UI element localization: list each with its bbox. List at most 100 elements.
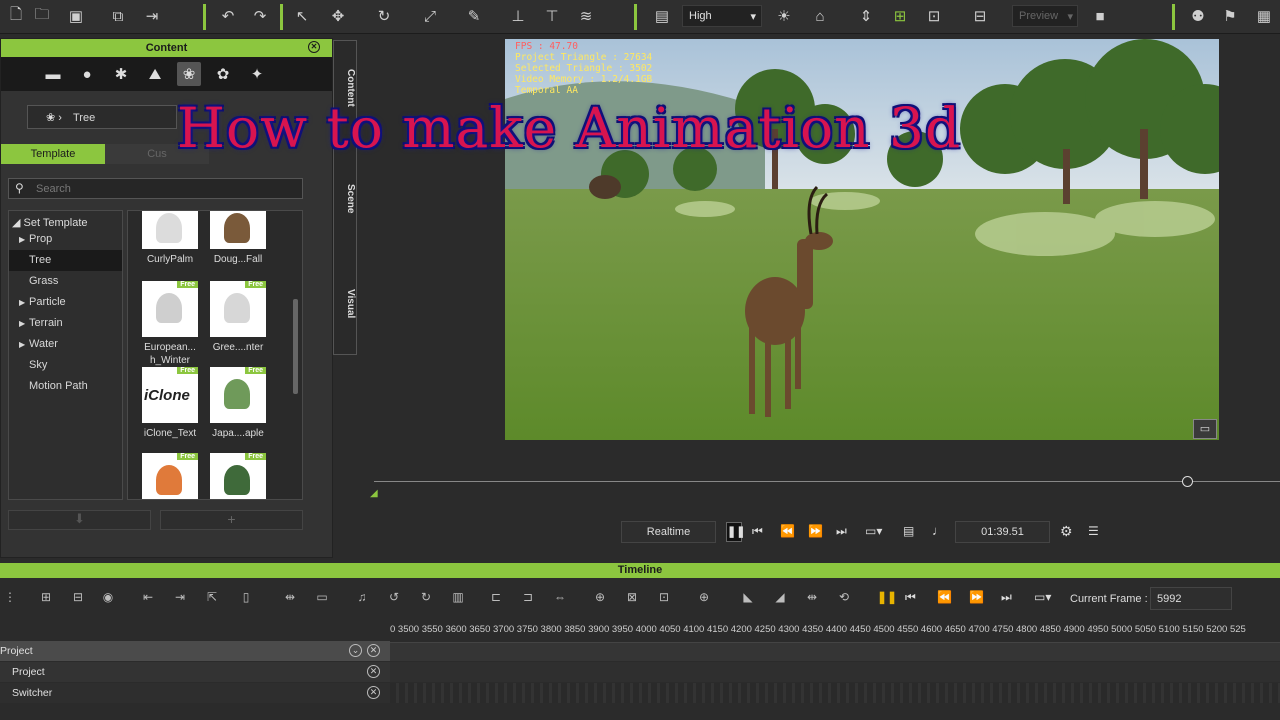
range-icon[interactable]: ⊐: [518, 590, 538, 608]
key-next-icon[interactable]: ⇥: [170, 590, 190, 608]
asset-thumbnail[interactable]: Free: [142, 453, 198, 499]
go-to-start-icon[interactable]: ⏮: [752, 524, 763, 539]
collapse-icon[interactable]: ⌄: [349, 644, 362, 657]
actor-icon[interactable]: ●: [75, 62, 99, 86]
record-camera-icon[interactable]: ■: [1088, 5, 1112, 27]
frame-icon[interactable]: ▭: [312, 590, 332, 608]
distribute-icon[interactable]: ⊤: [540, 5, 564, 27]
asset-thumbnail[interactable]: Free: [210, 453, 266, 499]
switcher-lane[interactable]: [390, 683, 1280, 703]
export-icon[interactable]: ⇥: [140, 5, 164, 27]
clipboard-icon[interactable]: ▯: [236, 590, 256, 608]
close-icon[interactable]: ✕: [367, 686, 380, 699]
search-input[interactable]: ⚲ Search: [8, 178, 303, 199]
subtitle-icon[interactable]: ▤: [903, 524, 914, 538]
tree-item[interactable]: Sky: [9, 355, 122, 376]
screenshot-icon[interactable]: ⊟: [968, 5, 992, 27]
zoom-icon[interactable]: ⊕: [694, 590, 714, 608]
preview-dropdown[interactable]: Preview ▾: [1012, 5, 1078, 27]
tree-item[interactable]: Tree: [9, 250, 122, 271]
list-icon[interactable]: ☰: [1088, 524, 1099, 538]
audio-icon[interactable]: ♫: [352, 590, 372, 608]
people-icon[interactable]: ⚉: [1186, 5, 1210, 27]
film-icon[interactable]: ▥: [448, 590, 468, 608]
redo-icon[interactable]: ↷: [248, 5, 272, 27]
align-icon[interactable]: ⊥: [506, 5, 530, 27]
scale-icon[interactable]: ⤢: [418, 5, 442, 27]
timeline-forward-icon[interactable]: ⏩: [969, 590, 984, 604]
add-clip-icon[interactable]: ⊕: [590, 590, 610, 608]
motion-icon[interactable]: ✱: [109, 62, 133, 86]
split-icon[interactable]: ⊡: [654, 590, 674, 608]
tree-item[interactable]: Grass: [9, 271, 122, 292]
sync-icon[interactable]: ⇹: [280, 590, 300, 608]
track-row-switcher[interactable]: Switcher ✕: [0, 683, 390, 703]
current-frame-input[interactable]: 5992: [1150, 587, 1232, 610]
layout-icon[interactable]: ▤: [650, 5, 674, 27]
breadcrumb[interactable]: ❀ › Tree: [27, 105, 177, 129]
tree-item[interactable]: ▶ Particle: [9, 292, 122, 313]
playback-mode-dropdown[interactable]: Realtime: [621, 521, 716, 543]
asset-thumbnail[interactable]: [210, 211, 266, 249]
tab-visual[interactable]: Visual: [334, 289, 356, 318]
pause-button[interactable]: ❚❚: [726, 522, 745, 542]
tree-item[interactable]: ▶ Prop: [9, 229, 122, 250]
track-lane[interactable]: [390, 643, 1280, 661]
import-icon[interactable]: ⧉: [106, 5, 130, 27]
settings-gear-icon[interactable]: ⚙: [1060, 523, 1073, 540]
key-add-icon[interactable]: ⇱: [202, 590, 222, 608]
scrub-track[interactable]: [374, 481, 1280, 482]
scrollbar[interactable]: [293, 299, 298, 394]
expand-icon[interactable]: ⇔: [550, 590, 570, 608]
camera-view-icon[interactable]: ⊡: [922, 5, 946, 27]
track-row-project-header[interactable]: Project ⌄ ✕: [0, 641, 390, 661]
fit-track-icon[interactable]: ⊟: [68, 590, 88, 608]
home-icon[interactable]: ⌂: [808, 5, 832, 27]
new-file-icon[interactable]: 🗋: [4, 5, 28, 27]
close-icon[interactable]: ✕: [367, 644, 380, 657]
asset-thumbnail[interactable]: Free: [210, 281, 266, 337]
comment-icon[interactable]: ▭: [1193, 419, 1217, 439]
scrub-handle[interactable]: [1182, 476, 1193, 487]
rotate-icon[interactable]: ↻: [372, 5, 396, 27]
track-row-project[interactable]: Project ✕: [0, 662, 390, 682]
loop-icon[interactable]: ▭▾: [865, 524, 882, 538]
close-icon[interactable]: ✕: [308, 41, 320, 53]
asset-thumbnail[interactable]: Free: [142, 281, 198, 337]
stage-icon[interactable]: ⛰: [143, 62, 167, 86]
refresh-icon[interactable]: ⟲: [834, 590, 854, 608]
timeline-ruler[interactable]: 0 3500 3550 3600 3650 3700 3750 3800 385…: [390, 621, 1280, 643]
tree-root[interactable]: ◢ Set Template: [9, 211, 122, 229]
clipboard-icon[interactable]: ▦: [1252, 5, 1276, 27]
flag-icon[interactable]: ⚑: [1218, 5, 1242, 27]
eye-icon[interactable]: ◉: [98, 590, 118, 608]
tree-item[interactable]: ▶ Terrain: [9, 313, 122, 334]
asset-thumbnail[interactable]: iClone Free: [142, 367, 198, 423]
step-back-icon[interactable]: ⏪: [780, 524, 795, 538]
save-icon[interactable]: ▣: [64, 5, 88, 27]
visual-icon[interactable]: ✦: [245, 62, 269, 86]
sun-icon[interactable]: ☀: [772, 5, 796, 27]
undo-icon[interactable]: ↶: [216, 5, 240, 27]
tree-item[interactable]: Motion Path: [9, 376, 122, 397]
download-button[interactable]: ⬇: [8, 510, 151, 530]
audio-note-icon[interactable]: ♩: [932, 523, 945, 538]
snap-icon[interactable]: ✎: [462, 5, 486, 27]
timeline-loop-icon[interactable]: ▭▾: [1034, 590, 1051, 604]
fit-icon[interactable]: ⇕: [854, 5, 878, 27]
move-icon[interactable]: ✥: [326, 5, 350, 27]
media-icon[interactable]: ✿: [211, 62, 235, 86]
grid-icon[interactable]: ⊞: [888, 5, 912, 27]
time-display[interactable]: 01:39.51: [955, 521, 1050, 543]
timeline-pause-icon[interactable]: ❚❚: [877, 590, 897, 604]
loop-icon[interactable]: ↺: [384, 590, 404, 608]
add-button[interactable]: +: [160, 510, 303, 530]
delete-clip-icon[interactable]: ⊠: [622, 590, 642, 608]
tab-template[interactable]: Template: [1, 144, 105, 164]
open-folder-icon[interactable]: 🗀: [30, 5, 54, 27]
tree-item[interactable]: ▶ Water: [9, 334, 122, 355]
quality-dropdown[interactable]: High ▾: [682, 5, 762, 27]
visibility-icon[interactable]: ≋: [574, 5, 598, 27]
set-icon[interactable]: ❀: [177, 62, 201, 86]
close-icon[interactable]: ✕: [367, 665, 380, 678]
